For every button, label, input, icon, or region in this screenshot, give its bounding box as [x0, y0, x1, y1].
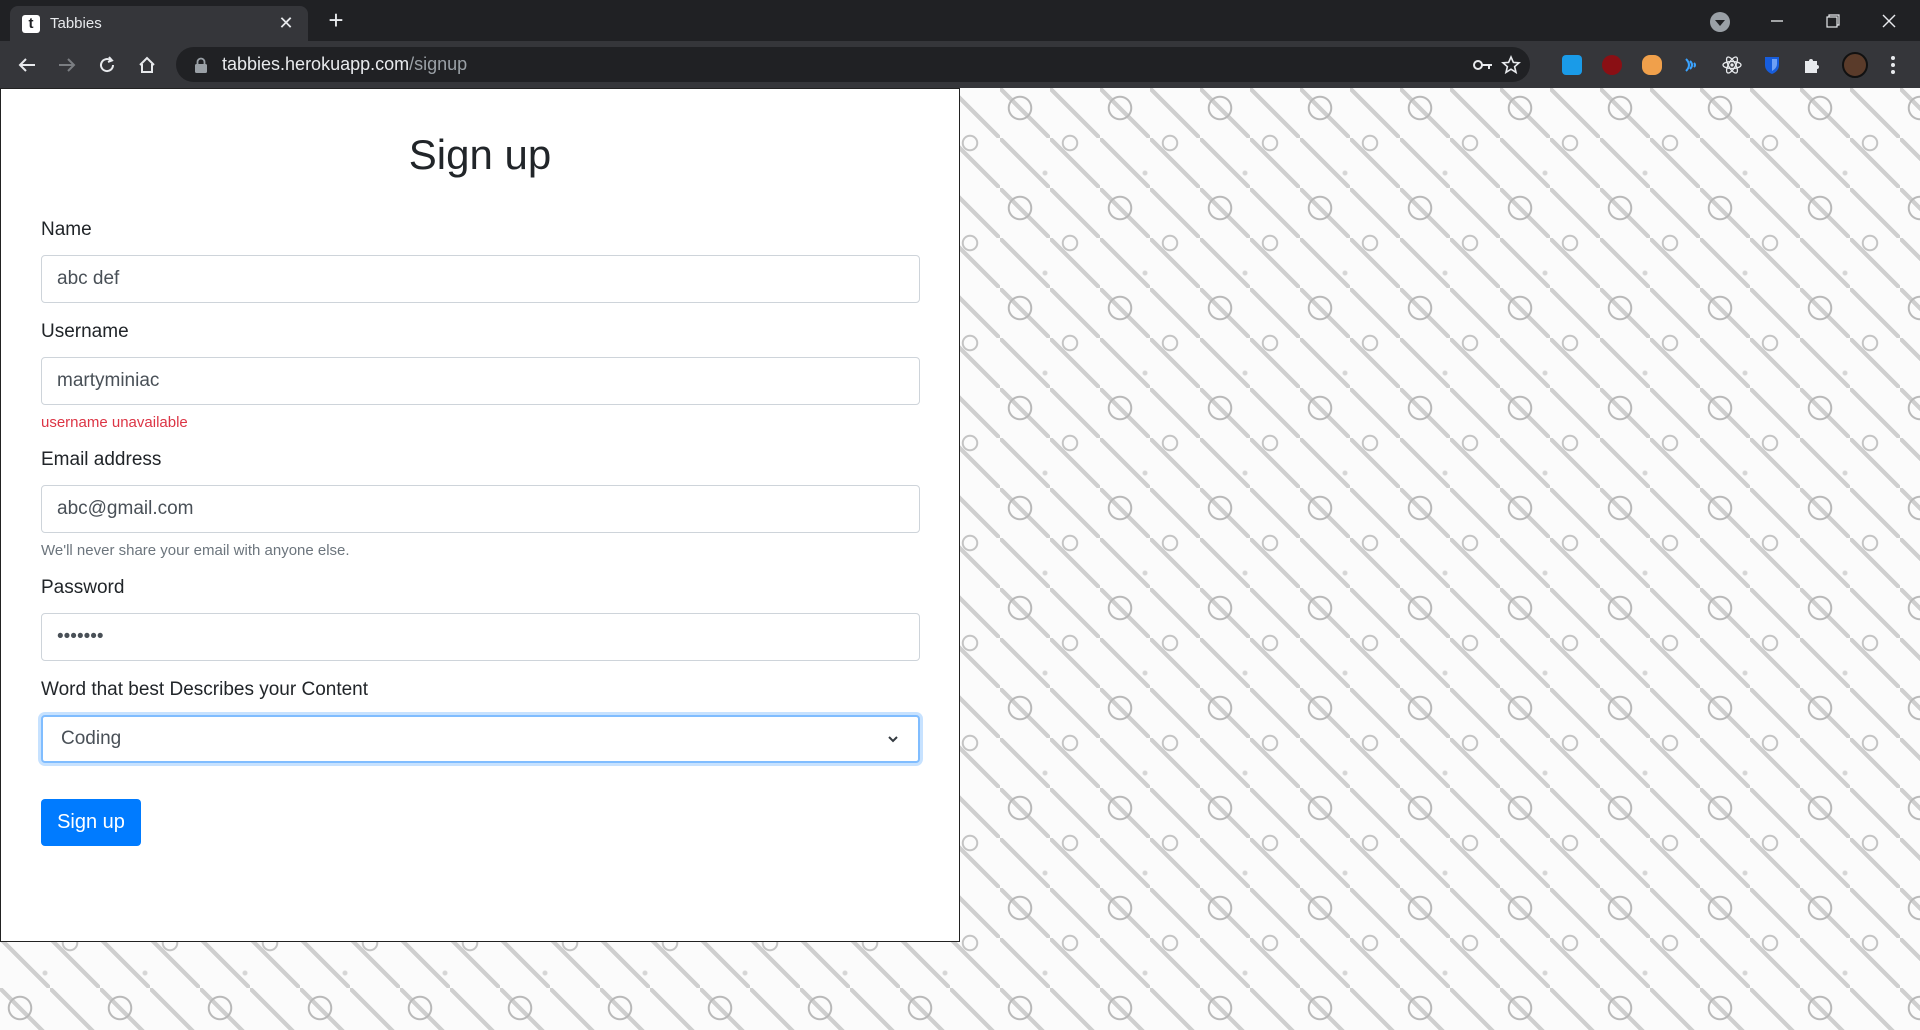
extension-translate-icon[interactable]: [1562, 55, 1582, 75]
chrome-menu-button[interactable]: [1876, 48, 1910, 82]
extension-honey-icon[interactable]: [1642, 55, 1662, 75]
tab-close-icon[interactable]: ✕: [276, 13, 296, 34]
bookmark-star-icon[interactable]: [1494, 47, 1528, 82]
content-word-selected-value: Coding: [61, 728, 122, 749]
reload-icon: [100, 56, 115, 73]
email-input[interactable]: abc@gmail.com: [41, 485, 920, 533]
minimize-icon: [1771, 19, 1783, 22]
page-background: Sign up Name abc def Username martyminia…: [0, 88, 1920, 1030]
tab-title: Tabbies: [50, 15, 102, 32]
minimize-button[interactable]: [1754, 0, 1800, 41]
reload-button[interactable]: [90, 48, 124, 82]
extension-wifi-icon[interactable]: [1682, 55, 1702, 75]
browser-tab[interactable]: t Tabbies ✕: [10, 6, 308, 41]
close-icon: [1882, 14, 1896, 27]
restore-icon: [1826, 13, 1840, 28]
extensions-puzzle-icon[interactable]: [1802, 55, 1822, 75]
signup-submit-button[interactable]: Sign up: [41, 799, 141, 846]
email-label: Email address: [41, 449, 162, 470]
extension-bitwarden-icon[interactable]: [1762, 55, 1782, 75]
lock-icon[interactable]: [194, 57, 208, 73]
tabbies-favicon-icon: t: [22, 14, 40, 33]
content-word-label: Word that best Describes your Content: [41, 679, 369, 700]
kebab-menu-icon: [1891, 56, 1895, 74]
content-word-select[interactable]: Coding: [41, 715, 920, 763]
browser-tab-bar: t Tabbies ✕ +: [0, 0, 1920, 41]
profile-avatar[interactable]: [1842, 52, 1868, 78]
tab-search-icon[interactable]: [1710, 12, 1730, 32]
username-input[interactable]: martyminiac: [41, 357, 920, 405]
chevron-down-icon: [888, 736, 898, 743]
forward-button[interactable]: [50, 48, 84, 82]
url-host: tabbies.herokuapp.com: [222, 54, 410, 74]
extension-ublock-icon[interactable]: [1602, 55, 1622, 75]
username-error-text: username unavailable: [41, 414, 188, 431]
arrow-left-icon: [18, 58, 35, 72]
url-path: /signup: [409, 54, 468, 74]
email-group: Email address abc@gmail.com We'll never …: [41, 449, 920, 559]
page-title: Sign up: [408, 131, 552, 178]
password-label: Password: [41, 577, 125, 598]
home-icon: [139, 56, 155, 73]
name-label: Name: [41, 219, 92, 240]
password-input[interactable]: •••••••: [41, 613, 920, 661]
password-group: Password •••••••: [41, 577, 920, 661]
extension-react-icon[interactable]: [1722, 55, 1742, 75]
username-label: Username: [41, 321, 129, 342]
new-tab-button[interactable]: +: [322, 7, 350, 35]
home-button[interactable]: [130, 48, 164, 82]
email-help-text: We'll never share your email with anyone…: [41, 542, 350, 559]
back-button[interactable]: [10, 48, 44, 82]
address-bar[interactable]: tabbies.herokuapp.com/signup: [176, 47, 1530, 82]
browser-toolbar: tabbies.herokuapp.com/signup: [0, 41, 1920, 88]
signup-form-card: Sign up Name abc def Username martyminia…: [0, 88, 960, 942]
restore-button[interactable]: [1810, 0, 1856, 41]
close-window-button[interactable]: [1866, 0, 1912, 41]
username-group: Username martyminiac username unavailabl…: [41, 321, 920, 431]
name-input[interactable]: abc def: [41, 255, 920, 303]
content-word-group: Word that best Describes your Content Co…: [41, 679, 920, 763]
name-group: Name abc def: [41, 219, 920, 303]
arrow-right-icon: [59, 58, 76, 72]
